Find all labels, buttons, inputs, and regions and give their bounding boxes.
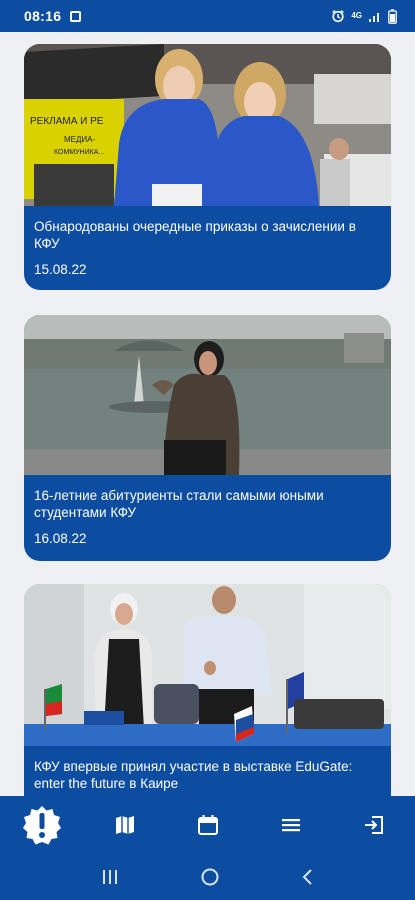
recent-apps-icon[interactable]	[100, 869, 120, 885]
status-bar: 08:16 4G	[0, 0, 415, 32]
nav-map-button[interactable]	[103, 803, 147, 847]
news-card[interactable]: КФУ впервые принял участие в выставке Ed…	[24, 584, 391, 796]
logout-icon	[364, 816, 383, 834]
battery-icon	[388, 8, 397, 24]
news-photo	[24, 315, 391, 475]
status-time: 08:16	[24, 8, 62, 24]
nav-logout-button[interactable]	[352, 803, 396, 847]
bottom-nav	[0, 796, 415, 854]
news-photo: РЕКЛАМА И РЕ МЕДИА- КОММУНИКА...	[24, 44, 391, 206]
photo-sign-2: МЕДИА-	[64, 135, 96, 144]
news-title[interactable]: КФУ впервые принял участие в выставке Ed…	[24, 746, 391, 792]
news-card[interactable]: 16-летние абитуриенты стали самыми юными…	[24, 315, 391, 561]
nav-calendar-button[interactable]	[186, 803, 230, 847]
news-date: 15.08.22	[34, 262, 87, 277]
map-icon	[115, 816, 134, 834]
news-title[interactable]: Обнародованы очередные приказы о зачисле…	[24, 206, 391, 252]
alarm-icon	[332, 9, 345, 23]
menu-icon	[281, 819, 300, 832]
photo-sign-1: РЕКЛАМА И РЕ	[30, 116, 104, 127]
home-icon[interactable]	[200, 867, 220, 887]
nav-news-button[interactable]	[20, 803, 64, 847]
news-feed[interactable]: РЕКЛАМА И РЕ МЕДИА- КОММУНИКА... Обнарод…	[0, 32, 415, 796]
status-icons: 4G	[331, 8, 397, 24]
news-card[interactable]: РЕКЛАМА И РЕ МЕДИА- КОММУНИКА... Обнарод…	[24, 44, 391, 290]
signal-icon	[369, 12, 379, 22]
notification-icon	[70, 10, 82, 22]
calendar-icon	[197, 815, 218, 835]
back-icon[interactable]	[301, 868, 315, 886]
alert-badge-icon	[22, 806, 61, 845]
news-title[interactable]: 16-летние абитуриенты стали самыми юными…	[24, 475, 391, 521]
news-photo	[24, 584, 391, 746]
system-nav-bar	[0, 854, 415, 900]
nav-menu-button[interactable]	[269, 803, 313, 847]
news-date: 16.08.22	[34, 531, 87, 546]
network-label: 4G	[351, 11, 362, 20]
photo-sign-3: КОММУНИКА...	[54, 149, 104, 156]
